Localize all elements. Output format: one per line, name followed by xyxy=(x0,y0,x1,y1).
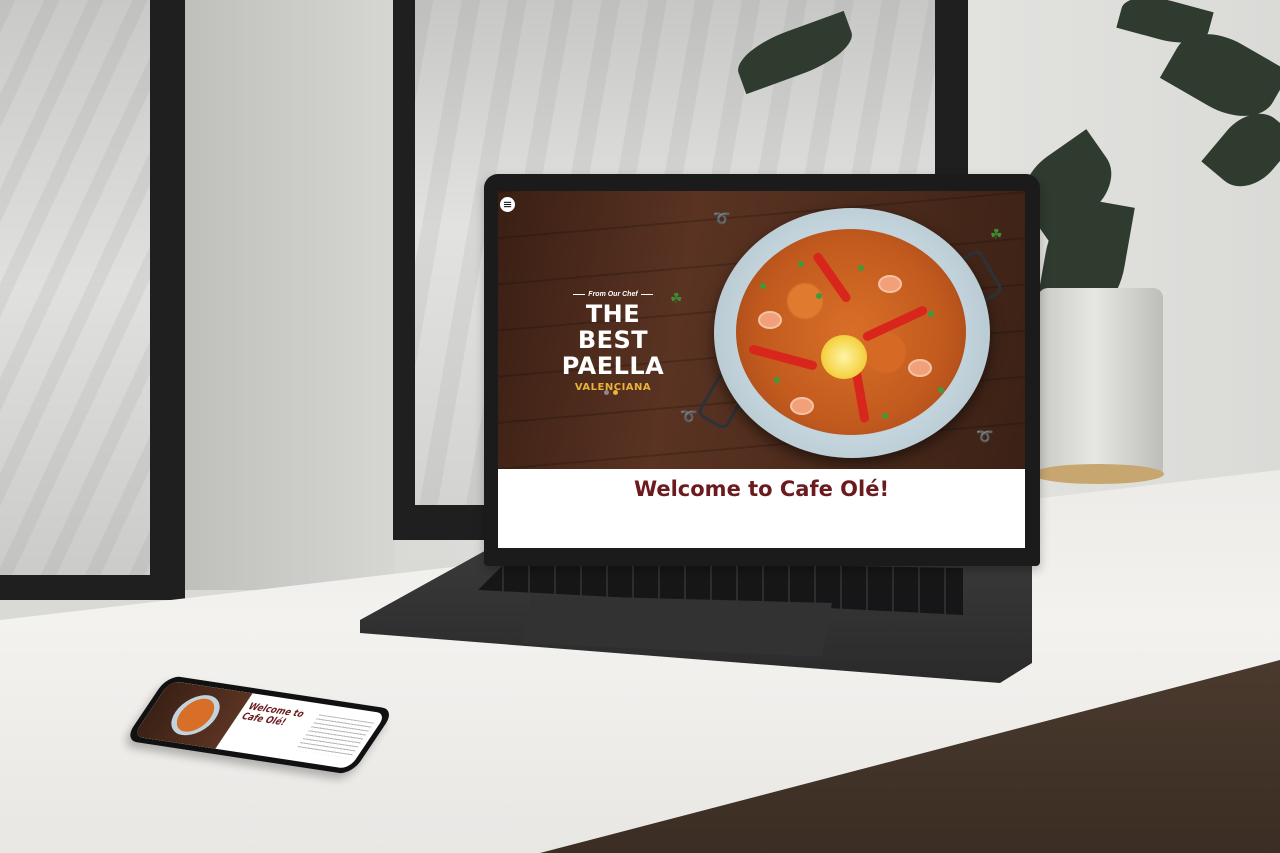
hamburger-menu-icon xyxy=(503,201,512,208)
pea xyxy=(816,293,822,299)
shrimp xyxy=(758,311,782,329)
lemon-slice xyxy=(821,335,867,379)
garnish-pepper: ➰ xyxy=(680,408,698,424)
laptop-screen: From Our Chef THE BEST PAELLA VALENCIANA xyxy=(498,191,1025,548)
pea xyxy=(858,265,864,271)
hero-kicker: From Our Chef xyxy=(548,291,678,298)
window-left xyxy=(0,0,185,600)
paella-rice xyxy=(736,229,966,435)
hero-text: From Our Chef THE BEST PAELLA VALENCIANA xyxy=(548,291,678,393)
phone-paella-image xyxy=(162,692,229,739)
pea xyxy=(882,413,888,419)
window-reveal xyxy=(185,0,395,590)
slider-dot-2[interactable] xyxy=(613,390,618,395)
menu-button[interactable] xyxy=(500,197,515,212)
garnish-herb: ☘ xyxy=(990,226,1003,242)
shrimp xyxy=(878,275,902,293)
phone-welcome-heading: Welcome to Cafe Olé! xyxy=(238,701,307,729)
shrimp xyxy=(790,397,814,415)
hero-headline-line2: PAELLA xyxy=(561,352,665,380)
pea xyxy=(774,377,780,383)
plant-pot xyxy=(1038,288,1163,476)
shrimp xyxy=(908,359,932,377)
garnish-herb: ☘ xyxy=(670,290,683,306)
hero-headline-line1: THE BEST xyxy=(577,300,649,354)
welcome-heading: Welcome to Cafe Olé! xyxy=(633,477,890,501)
pea xyxy=(798,261,804,267)
hero-banner: From Our Chef THE BEST PAELLA VALENCIANA xyxy=(498,191,1025,469)
plant-pot-base xyxy=(1032,464,1164,484)
garnish-pepper: ➰ xyxy=(713,210,731,226)
slider-dot-1[interactable] xyxy=(604,390,609,395)
pea xyxy=(760,283,766,289)
hero-headline: THE BEST PAELLA xyxy=(548,301,678,379)
pea xyxy=(928,311,934,317)
slider-dots xyxy=(604,390,618,395)
pea xyxy=(938,387,944,393)
welcome-section: Welcome to Cafe Olé! xyxy=(498,469,1025,548)
garnish-pepper: ➰ xyxy=(976,428,994,444)
